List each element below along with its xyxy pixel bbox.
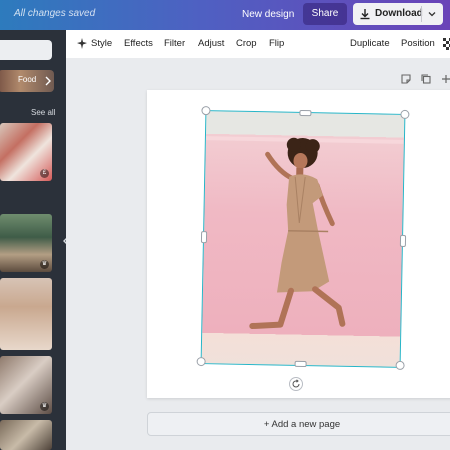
effects-button[interactable]: Effects	[124, 30, 153, 58]
download-button[interactable]: Download	[353, 3, 443, 25]
resize-handle[interactable]	[196, 356, 206, 367]
photo-thumbnail[interactable]: £	[0, 123, 52, 181]
download-divider	[421, 6, 422, 22]
resize-handle[interactable]	[294, 360, 307, 368]
add-icon[interactable]	[440, 73, 450, 85]
note-icon[interactable]	[400, 73, 412, 85]
download-icon	[360, 9, 370, 20]
photo-thumbnail[interactable]	[0, 420, 52, 450]
magic-wand-icon	[77, 38, 87, 49]
resize-handle[interactable]	[299, 109, 312, 117]
free-badge-icon: £	[40, 169, 49, 178]
search-input[interactable]	[0, 40, 52, 60]
crop-button[interactable]: Crop	[236, 30, 257, 58]
position-button[interactable]: Position	[401, 30, 435, 58]
rotate-icon	[292, 379, 300, 388]
add-page-button[interactable]: + Add a new page	[147, 412, 450, 436]
photo-thumbnail[interactable]: ♛	[0, 356, 52, 414]
photo-thumbnail[interactable]	[0, 278, 52, 350]
download-label: Download	[375, 8, 423, 19]
see-all-link[interactable]: See all	[31, 108, 55, 117]
category-food[interactable]: Food	[0, 70, 54, 92]
save-status: All changes saved	[14, 8, 96, 19]
rotate-handle[interactable]	[289, 377, 303, 391]
photo-thumbnail[interactable]: ♛	[0, 214, 52, 272]
resize-handle[interactable]	[200, 231, 208, 244]
transparency-icon[interactable]	[442, 37, 450, 51]
chevron-down-icon[interactable]	[425, 7, 439, 21]
copy-icon[interactable]	[420, 73, 432, 85]
new-design-button[interactable]: New design	[236, 5, 300, 25]
chevron-right-icon	[45, 76, 51, 86]
side-panel: Food See all £ ♛ ♛	[0, 30, 66, 450]
top-bar: All changes saved New design Share Downl…	[0, 0, 450, 30]
style-button[interactable]: Style	[91, 30, 112, 58]
crown-icon: ♛	[40, 260, 49, 269]
share-button[interactable]: Share	[303, 3, 347, 25]
duplicate-button[interactable]: Duplicate	[350, 30, 390, 58]
category-label: Food	[18, 75, 37, 84]
selected-image[interactable]	[196, 106, 410, 370]
resize-handle[interactable]	[399, 234, 407, 247]
adjust-button[interactable]: Adjust	[198, 30, 224, 58]
crown-icon: ♛	[40, 402, 49, 411]
editor-toolbar: Style Effects Filter Adjust Crop Flip Du…	[66, 30, 450, 59]
selection-border	[200, 110, 406, 368]
flip-button[interactable]: Flip	[269, 30, 284, 58]
filter-button[interactable]: Filter	[164, 30, 185, 58]
